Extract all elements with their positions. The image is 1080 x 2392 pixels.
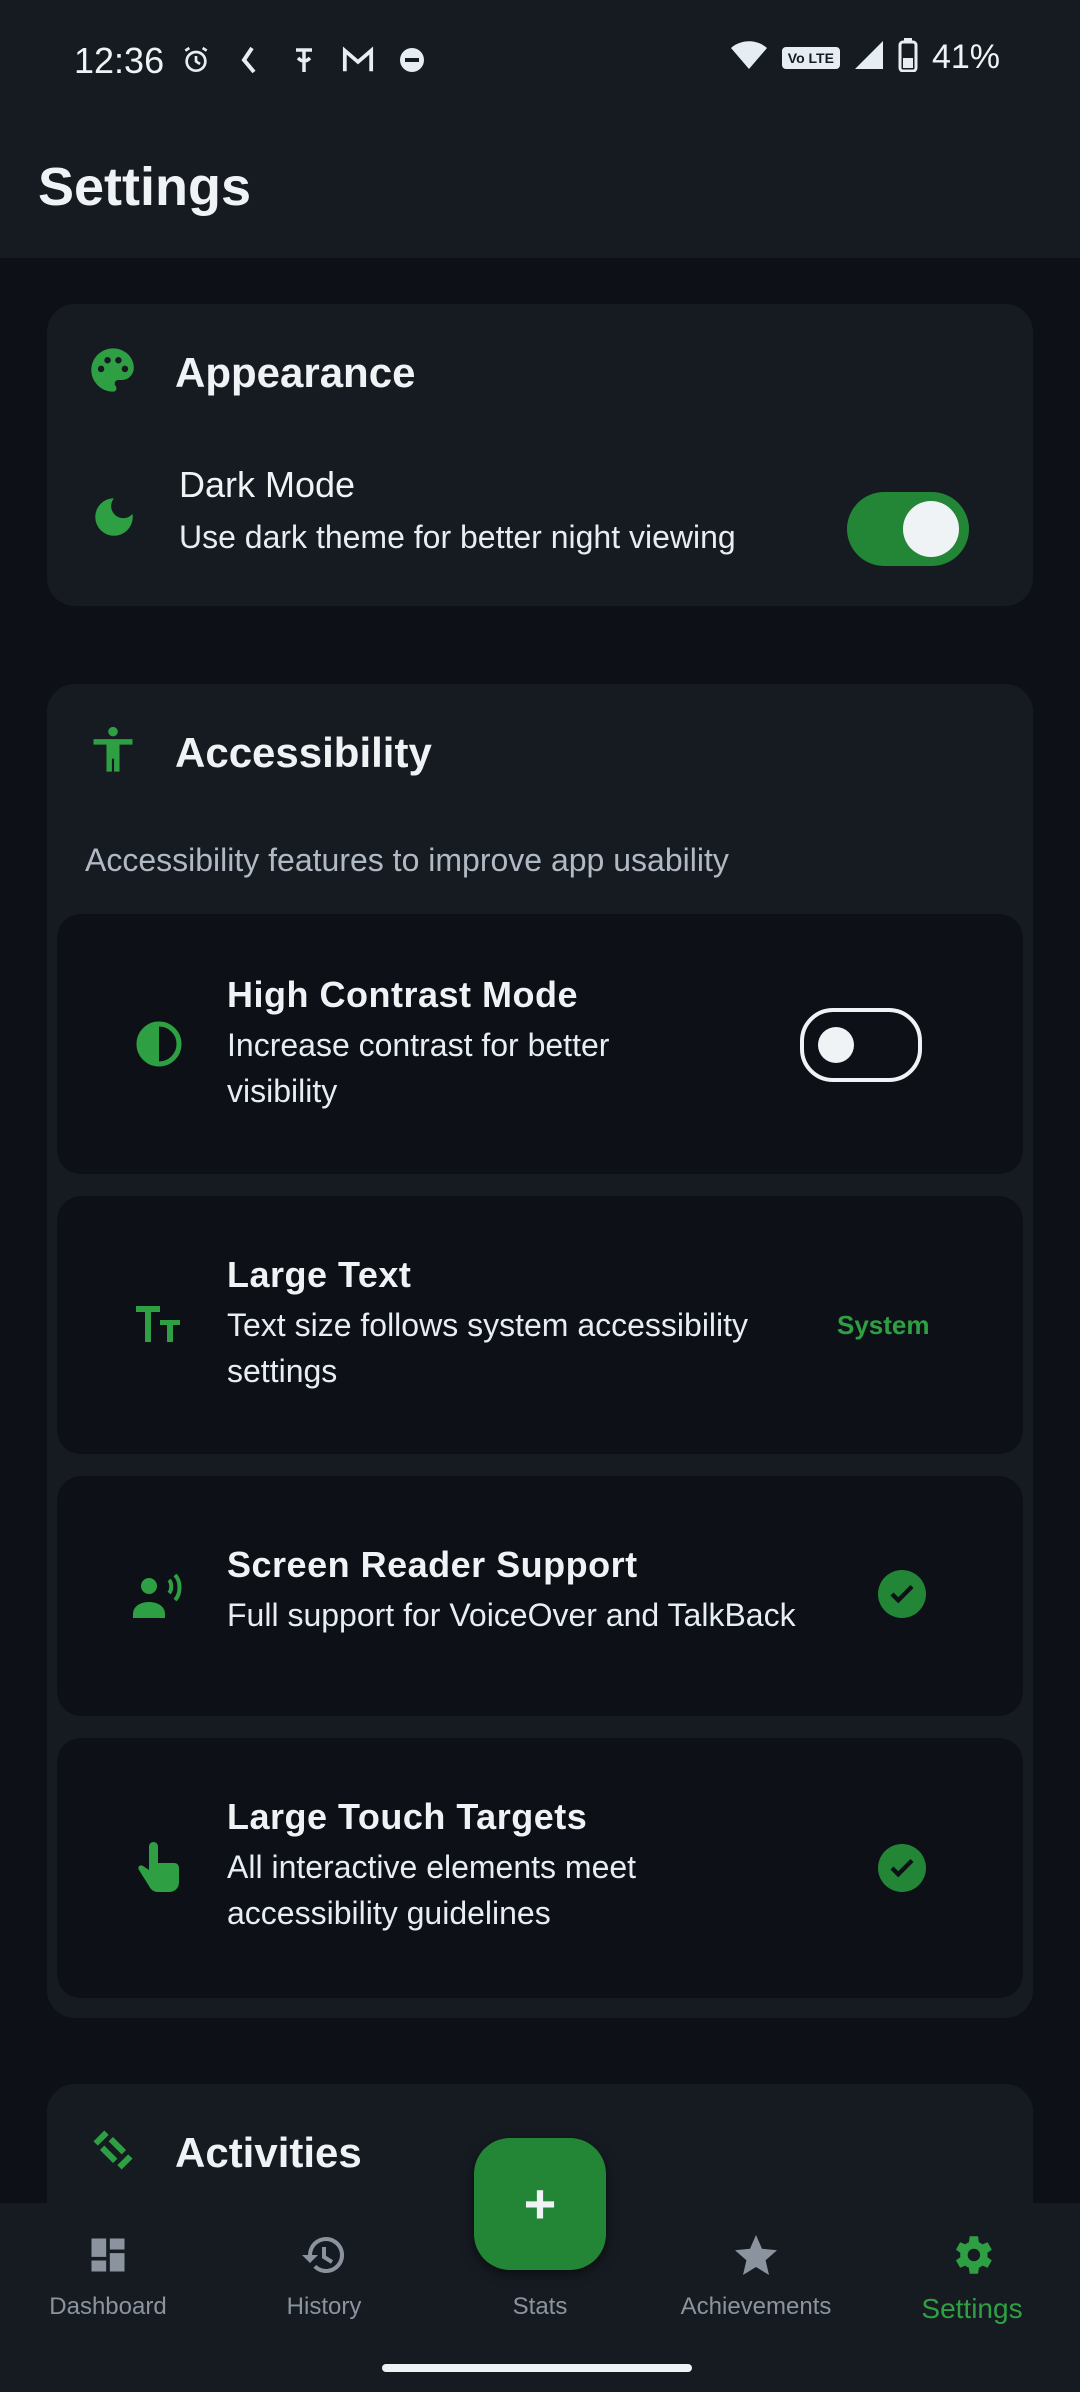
- large-text-value: System: [837, 1310, 930, 1340]
- palette-icon: [87, 344, 139, 401]
- large-touch-targets-row[interactable]: Large Touch Targets All interactive elem…: [57, 1738, 1023, 1998]
- contrast-icon: [133, 1018, 185, 1070]
- touch-app-icon: [133, 1842, 185, 1894]
- accessibility-card: Accessibility Accessibility features to …: [47, 684, 1033, 2018]
- large-text-title: Large Text: [227, 1254, 412, 1295]
- wifi-icon: [730, 40, 768, 75]
- large-touch-targets-subtitle: All interactive elements meet accessibili…: [227, 1849, 637, 1931]
- home-indicator[interactable]: [382, 2364, 692, 2372]
- gmail-icon: [342, 44, 374, 76]
- appearance-card: Appearance Dark Mode Use dark theme for …: [47, 304, 1033, 606]
- battery-percentage: 41%: [931, 38, 1000, 76]
- status-bar: 12:36 Vo LTE 41%: [0, 0, 1080, 128]
- check-circle-icon: [878, 1570, 926, 1618]
- app-notification-icon: [234, 44, 266, 76]
- gear-icon: [872, 2227, 1072, 2283]
- dark-mode-toggle[interactable]: [847, 492, 969, 566]
- accessibility-title: Accessibility: [175, 728, 432, 776]
- nav-history-label: History: [286, 2293, 362, 2320]
- appearance-title: Appearance: [175, 348, 416, 396]
- activities-header: Activities: [87, 2124, 362, 2181]
- alarm-icon: [180, 44, 212, 76]
- nav-stats-label: Stats: [512, 2293, 568, 2320]
- screen-reader-title: Screen Reader Support: [227, 1544, 638, 1585]
- dark-mode-row[interactable]: Dark Mode Use dark theme for better nigh…: [47, 464, 1033, 584]
- dark-mode-title: Dark Mode: [179, 464, 356, 505]
- app-bar: Settings: [0, 128, 1080, 258]
- nav-history[interactable]: History: [224, 2227, 424, 2321]
- dashboard-icon: [8, 2227, 208, 2283]
- activities-title: Activities: [175, 2128, 362, 2176]
- large-text-row[interactable]: Large Text Text size follows system acce…: [57, 1196, 1023, 1454]
- plus-icon: +: [523, 2172, 557, 2235]
- nav-achievements-label: Achievements: [680, 2293, 832, 2320]
- screen-reader-row[interactable]: Screen Reader Support Full support for V…: [57, 1476, 1023, 1716]
- nav-settings-label: Settings: [921, 2293, 1023, 2324]
- accessibility-description: Accessibility features to improve app us…: [85, 842, 729, 878]
- battery-icon: [898, 38, 918, 77]
- high-contrast-row[interactable]: High Contrast Mode Increase contrast for…: [57, 914, 1023, 1174]
- system-status-icons: Vo LTE 41%: [730, 38, 1000, 77]
- high-contrast-subtitle: Increase contrast for better visibility: [227, 1027, 610, 1109]
- volte-icon: Vo LTE: [781, 46, 840, 69]
- add-activity-button[interactable]: +: [474, 2138, 606, 2270]
- high-contrast-title: High Contrast Mode: [227, 974, 578, 1015]
- page-title: Settings: [38, 157, 252, 217]
- star-icon: [656, 2227, 856, 2283]
- toggle-knob: [818, 1027, 854, 1063]
- record-voice-icon: [133, 1570, 185, 1622]
- large-text-subtitle: Text size follows system accessibility se…: [227, 1307, 749, 1389]
- screen-reader-subtitle: Full support for VoiceOver and TalkBack: [227, 1597, 796, 1633]
- app-notification-icon: [288, 44, 320, 76]
- cellular-signal-icon: [854, 40, 884, 75]
- app-notification-icon: [396, 44, 428, 76]
- toggle-knob: [903, 501, 959, 557]
- nav-achievements[interactable]: Achievements: [656, 2227, 856, 2321]
- status-time: 12:36: [74, 40, 165, 81]
- nav-dashboard[interactable]: Dashboard: [8, 2227, 208, 2321]
- large-touch-targets-title: Large Touch Targets: [227, 1796, 588, 1837]
- history-icon: [224, 2227, 424, 2283]
- check-circle-icon: [878, 1844, 926, 1892]
- notification-icons: [180, 44, 428, 76]
- settings-list[interactable]: Appearance Dark Mode Use dark theme for …: [0, 258, 1080, 2203]
- fitness-icon: [87, 2124, 139, 2181]
- text-size-icon: [133, 1298, 185, 1350]
- accessibility-header: Accessibility: [87, 724, 432, 781]
- nav-dashboard-label: Dashboard: [49, 2293, 167, 2320]
- dark-mode-subtitle: Use dark theme for better night viewing: [179, 519, 736, 555]
- accessibility-icon: [87, 724, 139, 781]
- appearance-header: Appearance: [87, 344, 415, 401]
- nav-settings[interactable]: Settings: [872, 2227, 1072, 2325]
- high-contrast-toggle[interactable]: [800, 1008, 922, 1082]
- moon-icon: [89, 492, 139, 547]
